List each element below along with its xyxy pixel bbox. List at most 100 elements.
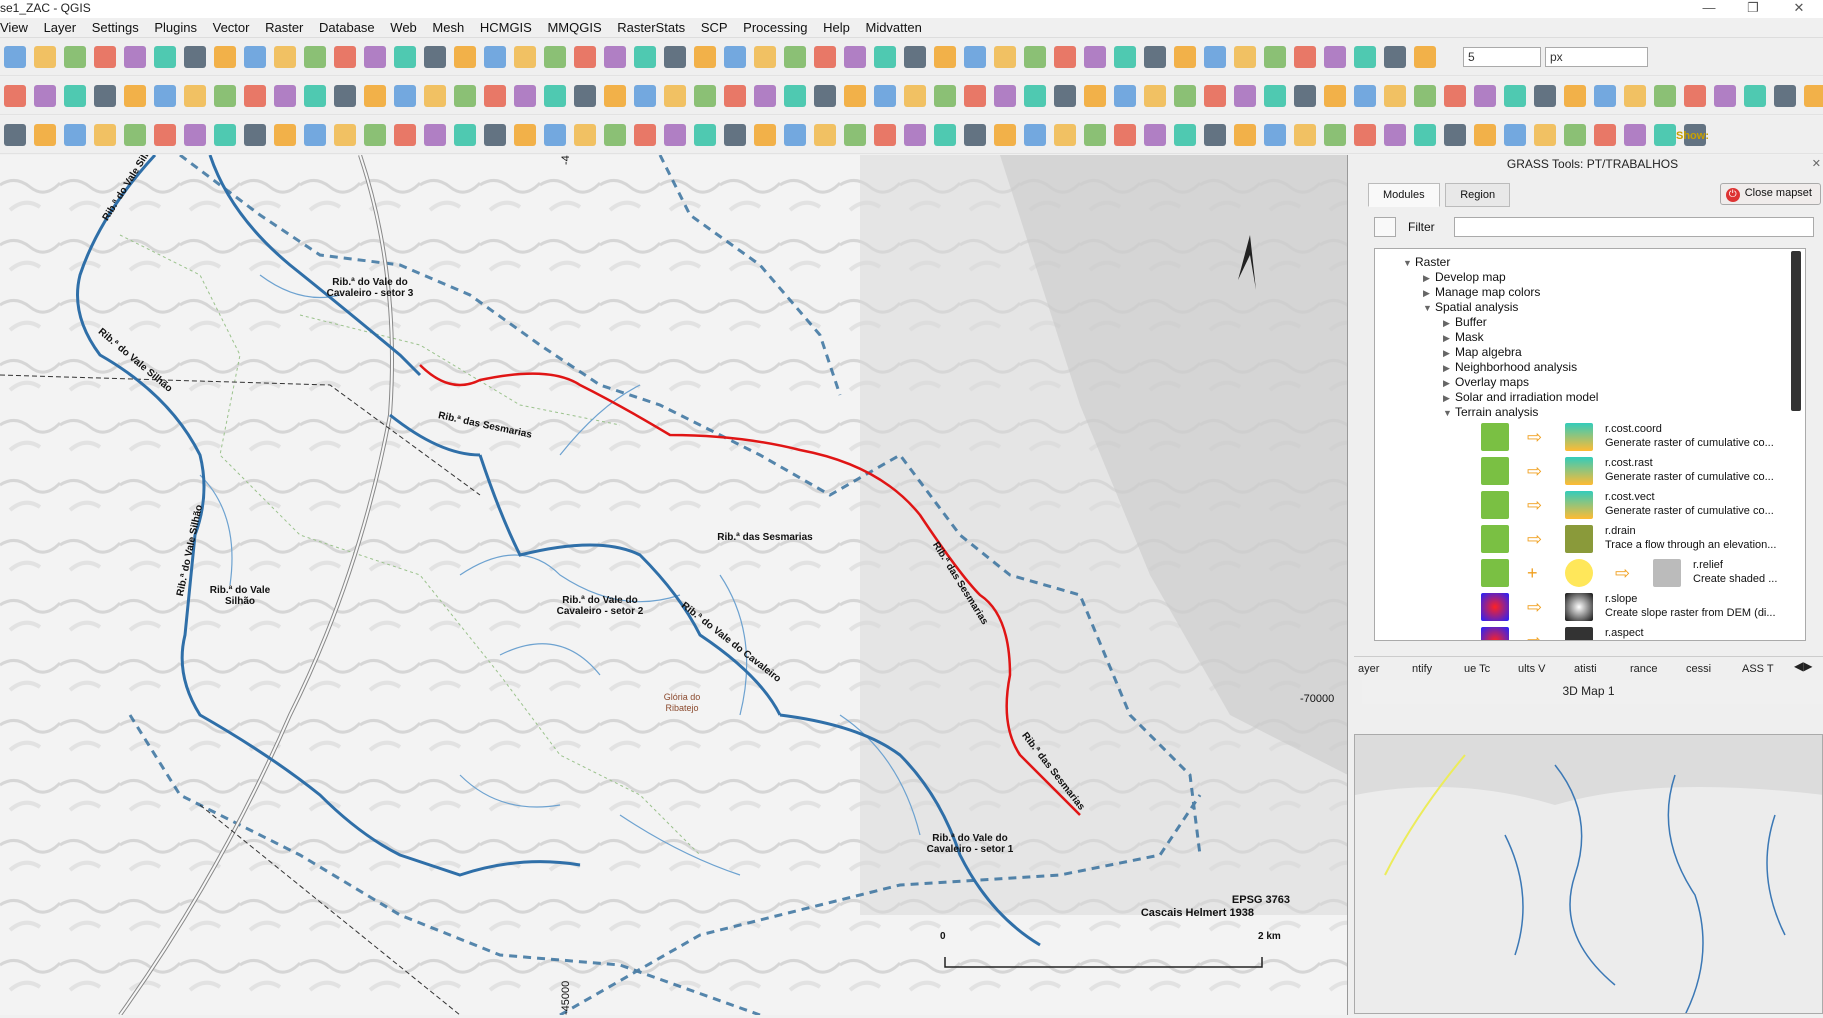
toolbar-tool-icon[interactable] (1234, 46, 1256, 68)
tree-map-algebra[interactable]: ▶ Map algebra (1443, 345, 1522, 359)
toolbar-tool-icon[interactable] (1264, 85, 1286, 107)
toolbar-tool-icon[interactable] (604, 85, 626, 107)
toolbar-tool-icon[interactable] (724, 85, 746, 107)
toolbar-tool-icon[interactable] (874, 124, 896, 146)
toolbar-tool-icon[interactable] (1264, 124, 1286, 146)
menu-layer[interactable]: Layer (38, 18, 83, 35)
toolbar-tool-icon[interactable] (934, 124, 956, 146)
toolbar-tool-icon[interactable] (1234, 85, 1256, 107)
filter-mode-icon[interactable] (1374, 217, 1396, 237)
toolbar-tool-icon[interactable] (1354, 85, 1376, 107)
toolbar-tool-icon[interactable] (544, 124, 566, 146)
toolbar-tool-icon[interactable] (1384, 85, 1406, 107)
toolbar-tool-icon[interactable] (634, 46, 656, 68)
toolbar-tool-icon[interactable] (514, 46, 536, 68)
toolbar-tool-icon[interactable] (214, 46, 236, 68)
menu-help[interactable]: Help (817, 18, 856, 35)
toolbar-tool-icon[interactable] (724, 124, 746, 146)
toolbar-tool-icon[interactable] (454, 124, 476, 146)
tree-manage-colors[interactable]: ▶ Manage map colors (1423, 285, 1540, 299)
tab-results[interactable]: ults V (1518, 663, 1546, 675)
toolbar-tool-icon[interactable] (94, 85, 116, 107)
toolbar-tool-icon[interactable] (1654, 85, 1676, 107)
toolbar-tool-icon[interactable] (934, 46, 956, 68)
menu-scp[interactable]: SCP (695, 18, 734, 35)
toolbar-tool-icon[interactable] (1204, 46, 1226, 68)
toolbar-tool-icon[interactable] (904, 46, 926, 68)
tree-terrain[interactable]: ▼ Terrain analysis (1443, 405, 1538, 419)
toolbar-tool-icon[interactable] (394, 124, 416, 146)
toolbar-tool-icon[interactable] (274, 85, 296, 107)
toolbar-tool-icon[interactable] (184, 46, 206, 68)
tab-statistics[interactable]: atisti (1574, 663, 1597, 675)
toolbar-tool-icon[interactable] (154, 124, 176, 146)
toolbar-tool-icon[interactable] (34, 124, 56, 146)
toolbar-tool-icon[interactable] (754, 85, 776, 107)
toolbar-tool-icon[interactable] (1114, 85, 1136, 107)
toolbar-tool-icon[interactable] (214, 124, 236, 146)
toolbar-tool-icon[interactable] (634, 85, 656, 107)
toolbar-tool-icon[interactable] (454, 46, 476, 68)
toolbar-tool-icon[interactable] (904, 85, 926, 107)
toolbar-tool-icon[interactable] (994, 124, 1016, 146)
tree-develop-map[interactable]: ▶ Develop map (1423, 270, 1506, 284)
symbol-size-input[interactable] (1463, 47, 1541, 67)
toolbar-tool-icon[interactable] (604, 124, 626, 146)
tab-tolerance[interactable]: rance (1630, 663, 1658, 675)
toolbar-tool-icon[interactable] (1084, 85, 1106, 107)
toolbar-tool-icon[interactable] (544, 46, 566, 68)
toolbar-tool-icon[interactable] (244, 85, 266, 107)
tree-overlay[interactable]: ▶ Overlay maps (1443, 375, 1529, 389)
module-r-drain[interactable]: ⇨ r.drain Trace a flow through an elevat… (1375, 523, 1795, 555)
toolbar-tool-icon[interactable] (334, 46, 356, 68)
toolbar-tool-icon[interactable] (1114, 124, 1136, 146)
tab-modules[interactable]: Modules (1368, 183, 1440, 207)
toolbar-tool-icon[interactable] (394, 85, 416, 107)
toolbar-tool-icon[interactable] (874, 46, 896, 68)
toolbar-tool-icon[interactable] (1504, 85, 1526, 107)
toolbar-tool-icon[interactable] (214, 85, 236, 107)
toolbar-tool-icon[interactable] (964, 46, 986, 68)
toolbar-tool-icon[interactable] (424, 124, 446, 146)
toolbar-tool-icon[interactable] (664, 85, 686, 107)
toolbar-tool-icon[interactable] (1594, 124, 1616, 146)
toolbar-tool-icon[interactable] (1264, 46, 1286, 68)
toolbar-tool-icon[interactable] (304, 46, 326, 68)
menu-database[interactable]: Database (313, 18, 381, 35)
unit-select[interactable] (1545, 47, 1648, 67)
module-r-cost-coord[interactable]: ⇨ r.cost.coord Generate raster of cumula… (1375, 421, 1795, 453)
toolbar-tool-icon[interactable] (574, 46, 596, 68)
menu-mesh[interactable]: Mesh (426, 18, 470, 35)
toolbar-tool-icon[interactable] (154, 85, 176, 107)
toolbar-tool-icon[interactable] (754, 46, 776, 68)
toolbar-tool-icon[interactable] (1174, 46, 1196, 68)
toolbar-tool-icon[interactable] (1234, 124, 1256, 146)
toolbar-tool-icon[interactable] (994, 46, 1016, 68)
menu-view[interactable]: View (0, 18, 34, 35)
menu-rasterstats[interactable]: RasterStats (611, 18, 691, 35)
toolbar-tool-icon[interactable] (544, 85, 566, 107)
toolbar-tool-icon[interactable] (34, 46, 56, 68)
toolbar-tool-icon[interactable] (1594, 85, 1616, 107)
toolbar-tool-icon[interactable] (784, 85, 806, 107)
toolbar-tool-icon[interactable] (574, 124, 596, 146)
module-r-cost-vect[interactable]: ⇨ r.cost.vect Generate raster of cumulat… (1375, 489, 1795, 521)
toolbar-tool-icon[interactable] (1144, 46, 1166, 68)
toolbar-tool-icon[interactable] (1354, 124, 1376, 146)
menu-settings[interactable]: Settings (86, 18, 145, 35)
toolbar-tool-icon[interactable] (364, 124, 386, 146)
toolbar-tool-icon[interactable] (1804, 85, 1823, 107)
tree-neighborhood[interactable]: ▶ Neighborhood analysis (1443, 360, 1577, 374)
toolbar-tool-icon[interactable] (1054, 85, 1076, 107)
toolbar-tool-icon[interactable] (934, 85, 956, 107)
tree-buffer[interactable]: ▶ Buffer (1443, 315, 1487, 329)
toolbar-tool-icon[interactable] (64, 85, 86, 107)
toolbar-tool-icon[interactable] (994, 85, 1016, 107)
toolbar-tool-icon[interactable] (64, 46, 86, 68)
toolbar-tool-icon[interactable] (364, 46, 386, 68)
toolbar-tool-icon[interactable] (94, 124, 116, 146)
tab-grass-tools[interactable]: ASS T (1742, 663, 1774, 675)
close-panel-icon[interactable]: ✕ (1812, 157, 1821, 170)
toolbar-tool-icon[interactable] (694, 85, 716, 107)
toolbar-tool-icon[interactable] (484, 85, 506, 107)
